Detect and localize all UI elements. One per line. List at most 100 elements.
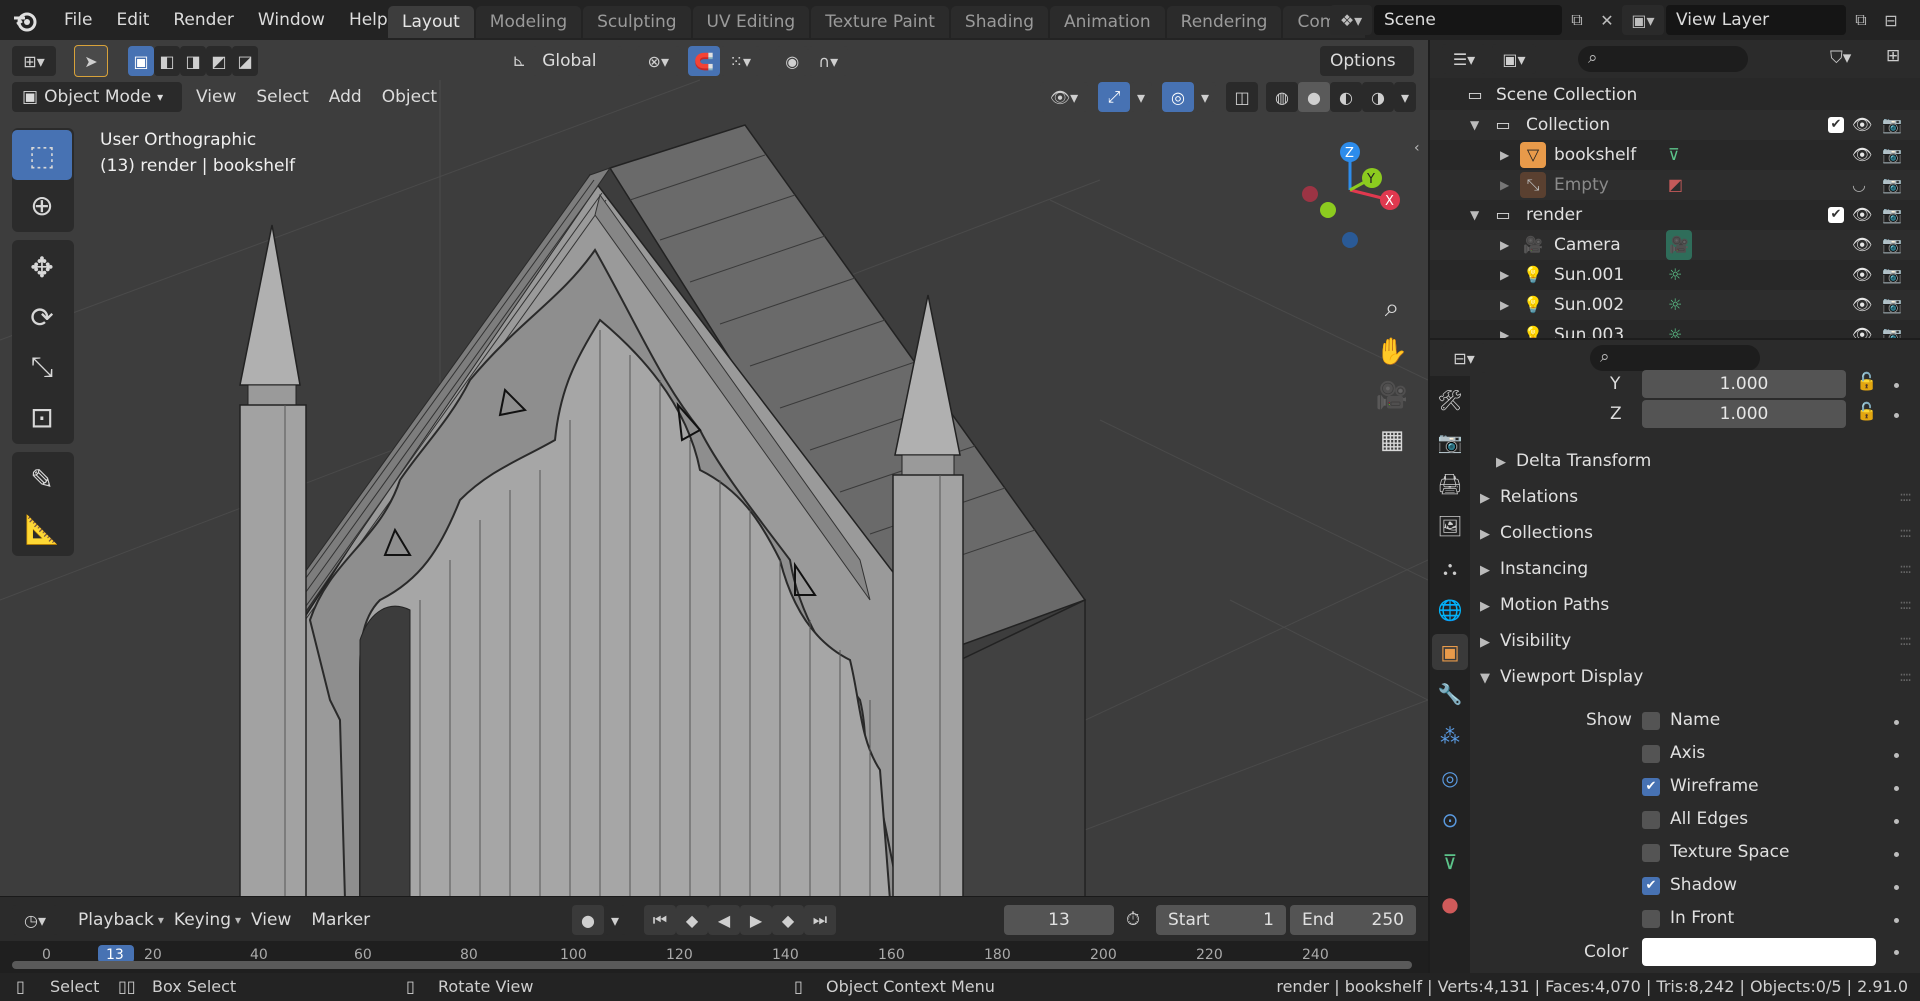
expand-arrow-icon[interactable]: ▶: [1500, 140, 1509, 170]
outliner-row-scene-collection[interactable]: ▭ Scene Collection: [1430, 80, 1920, 110]
world-tab-icon[interactable]: 🌐: [1432, 592, 1468, 628]
expand-arrow-icon[interactable]: ▶: [1500, 320, 1509, 338]
scale-tool-icon[interactable]: ⤡: [12, 342, 72, 392]
select-tool-icon[interactable]: ➤: [74, 45, 108, 77]
panel-visibility[interactable]: ▶ Visibility::::: [1474, 624, 1920, 658]
subpanel-delta-transform[interactable]: ▶ Delta Transform: [1490, 444, 1920, 478]
properties-editor-type-icon[interactable]: ⊟▾: [1442, 343, 1486, 373]
wireframe-shading-icon[interactable]: ◍: [1266, 82, 1298, 112]
mode-subtract-icon[interactable]: ◨: [180, 46, 206, 76]
menu-edit[interactable]: Edit: [104, 0, 161, 40]
filter-icon[interactable]: ⛉▾: [1830, 48, 1851, 68]
new-scene-icon[interactable]: ⧉: [1562, 5, 1592, 35]
panel-collections[interactable]: ▶ Collections::::: [1474, 516, 1920, 550]
menu-playback[interactable]: Playback: [68, 905, 164, 935]
view-layer-browse-icon[interactable]: ▣▾: [1622, 5, 1664, 35]
outliner-row-render[interactable]: ▼ ▭ render ✔ 👁 📷: [1430, 200, 1920, 230]
sun-data-icon[interactable]: ☼: [1668, 260, 1682, 290]
tab-texture-paint[interactable]: Texture Paint: [811, 6, 949, 38]
keyframe-dot-icon[interactable]: [1894, 720, 1899, 725]
expand-arrow-icon[interactable]: ▼: [1470, 200, 1479, 230]
drag-grip-icon[interactable]: ::::: [1899, 624, 1912, 658]
view-layer-tab-icon[interactable]: 🖼: [1432, 508, 1468, 544]
shading-dropdown-icon[interactable]: ▾: [1394, 82, 1416, 112]
panel-motion-paths[interactable]: ▶ Motion Paths::::: [1474, 588, 1920, 622]
sidebar-toggle-icon[interactable]: ‹: [1414, 140, 1420, 156]
zoom-icon[interactable]: ⌕: [1372, 288, 1412, 328]
prev-keyframe-icon[interactable]: ◆: [676, 905, 708, 935]
outliner-row-camera[interactable]: ▶ 🎥 Camera 🎥 👁 📷: [1430, 230, 1920, 260]
drag-grip-icon[interactable]: ::::: [1899, 660, 1912, 694]
solid-shading-icon[interactable]: ●: [1298, 82, 1330, 112]
camera-render-icon[interactable]: 📷: [1882, 200, 1902, 230]
outliner-editor-type-icon[interactable]: ☰▾: [1442, 44, 1486, 74]
menu-file[interactable]: File: [52, 0, 104, 40]
texture-space-checkbox[interactable]: [1642, 844, 1660, 862]
falloff-icon[interactable]: ∩▾: [808, 46, 849, 76]
scene-name-field[interactable]: Scene: [1374, 5, 1562, 35]
camera-render-icon[interactable]: 📷: [1882, 230, 1902, 260]
tab-modeling[interactable]: Modeling: [475, 6, 582, 38]
overlay-toggle-icon[interactable]: ◎: [1162, 82, 1194, 112]
menu-keying[interactable]: Keying: [164, 905, 241, 935]
lock-icon[interactable]: 🔓: [1856, 372, 1877, 392]
editor-type-icon[interactable]: ⊞▾: [12, 46, 56, 76]
mode-new-icon[interactable]: ▣: [128, 46, 154, 76]
keyframe-dot-icon[interactable]: [1894, 753, 1899, 758]
camera-render-icon[interactable]: 📷: [1882, 110, 1902, 140]
wireframe-checkbox[interactable]: ✔: [1642, 778, 1660, 796]
keyframe-dot-icon[interactable]: [1894, 885, 1899, 890]
gizmo-dropdown-icon[interactable]: ▾: [1130, 82, 1152, 112]
expand-arrow-icon[interactable]: ▼: [1470, 110, 1479, 140]
next-keyframe-icon[interactable]: ◆: [772, 905, 804, 935]
mode-dropdown[interactable]: ▣ Object Mode ▾: [12, 82, 182, 112]
tab-shading[interactable]: Shading: [950, 6, 1048, 38]
camera-render-icon[interactable]: 📷: [1882, 140, 1902, 170]
orientation-dropdown[interactable]: Global: [532, 46, 623, 76]
image-empty-icon[interactable]: ◩: [1668, 170, 1683, 200]
play-icon[interactable]: ▶: [740, 905, 772, 935]
lock-icon[interactable]: 🔓: [1856, 402, 1877, 422]
data-tab-icon[interactable]: ⊽: [1432, 844, 1468, 880]
mode-invert-icon[interactable]: ◩: [206, 46, 232, 76]
camera-data-icon[interactable]: 🎥: [1666, 230, 1692, 260]
snap-element-icon[interactable]: ⁙▾: [720, 46, 761, 76]
tool-tab-icon[interactable]: 🛠: [1432, 382, 1468, 418]
eye-icon[interactable]: 👁: [1852, 110, 1872, 140]
drag-grip-icon[interactable]: ::::: [1899, 588, 1912, 622]
tab-animation[interactable]: Animation: [1049, 6, 1165, 38]
transform-tool-icon[interactable]: ⊡: [12, 392, 72, 442]
outliner-row-bookshelf[interactable]: ▶ ▽ bookshelf ⊽ 👁 📷: [1430, 140, 1920, 170]
timeline-scrollbar[interactable]: [12, 961, 1412, 969]
gizmo-neg-x-icon[interactable]: [1302, 186, 1318, 202]
menu-add[interactable]: Add: [319, 82, 372, 112]
measure-tool-icon[interactable]: 📐: [12, 504, 72, 554]
start-frame-field[interactable]: Start 1: [1156, 905, 1286, 935]
gizmo-neg-z-icon[interactable]: [1342, 232, 1358, 248]
camera-render-icon[interactable]: 📷: [1882, 320, 1902, 338]
tab-rendering[interactable]: Rendering: [1166, 6, 1282, 38]
menu-marker[interactable]: Marker: [301, 905, 380, 935]
eye-icon[interactable]: 👁: [1852, 200, 1872, 230]
expand-arrow-icon[interactable]: ▶: [1500, 230, 1509, 260]
physics-tab-icon[interactable]: ◎: [1432, 760, 1468, 796]
move-tool-icon[interactable]: ✥: [12, 242, 72, 292]
menu-view[interactable]: View: [186, 82, 246, 112]
scale-y-field[interactable]: 1.000: [1642, 370, 1846, 398]
camera-render-icon[interactable]: 📷: [1882, 260, 1902, 290]
options-dropdown[interactable]: Options: [1320, 46, 1414, 76]
modifier-tab-icon[interactable]: 🔧: [1432, 676, 1468, 712]
new-collection-icon[interactable]: ⊞: [1886, 46, 1900, 66]
drag-grip-icon[interactable]: ::::: [1899, 516, 1912, 550]
menu-select[interactable]: Select: [246, 82, 318, 112]
axis-checkbox[interactable]: [1642, 745, 1660, 763]
panel-relations[interactable]: ▶ Relations::::: [1474, 480, 1920, 514]
outliner-row-sun-001[interactable]: ▶ 💡 Sun.001 ☼ 👁 📷: [1430, 260, 1920, 290]
object-tab-icon[interactable]: ▣: [1432, 634, 1468, 670]
tab-layout[interactable]: Layout: [388, 6, 474, 38]
view-layer-name-field[interactable]: View Layer: [1666, 5, 1846, 35]
proportional-edit-icon[interactable]: ◉: [776, 46, 809, 76]
panel-viewport-display[interactable]: ▼ Viewport Display::::: [1474, 660, 1920, 694]
eye-icon[interactable]: 👁: [1852, 140, 1872, 170]
camera-render-icon[interactable]: 📷: [1882, 290, 1902, 320]
